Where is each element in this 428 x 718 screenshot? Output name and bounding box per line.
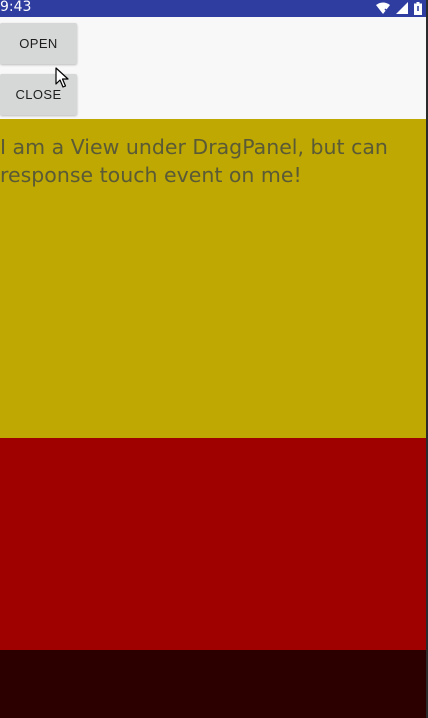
button-area: OPEN CLOSE <box>0 17 426 119</box>
wifi-icon <box>376 2 390 14</box>
status-icons <box>376 1 422 15</box>
status-time: 9:43 <box>0 0 32 15</box>
status-bar: 9:43 <box>0 0 426 17</box>
drag-panel-bottom[interactable] <box>0 650 426 718</box>
mouse-cursor-icon <box>55 67 69 89</box>
drag-panel[interactable] <box>0 438 426 650</box>
under-view-text: I am a View under DragPanel, but can res… <box>0 135 388 187</box>
signal-icon <box>396 2 408 14</box>
open-button[interactable]: OPEN <box>0 23 77 64</box>
under-view[interactable]: I am a View under DragPanel, but can res… <box>0 119 426 438</box>
app-screen: 9:43 OPEN CLOSE I am a View under DragPa… <box>0 0 428 718</box>
battery-icon <box>414 1 422 15</box>
